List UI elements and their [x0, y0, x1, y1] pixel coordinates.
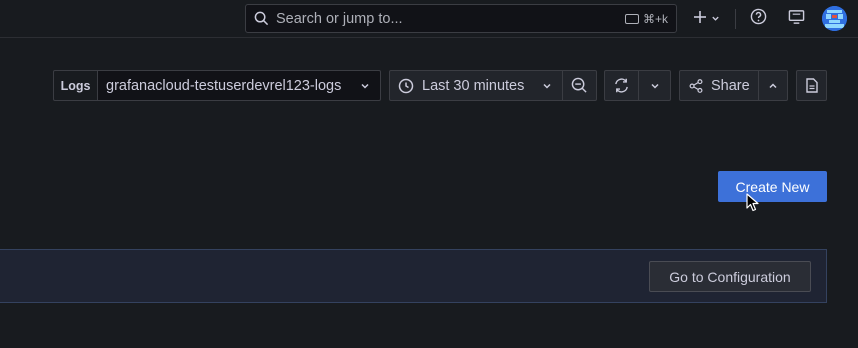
- user-avatar[interactable]: [822, 6, 847, 31]
- zoom-out-icon: [571, 77, 588, 94]
- keyboard-icon: [624, 13, 639, 24]
- zoom-out-button[interactable]: [562, 70, 597, 101]
- datasource-value: grafanacloud-testuserdevrel123-logs: [106, 77, 342, 94]
- clock-icon: [398, 78, 414, 94]
- refresh-icon: [613, 77, 630, 94]
- search-shortcut: ⌘+k: [624, 11, 668, 26]
- topbar-divider: [735, 9, 736, 29]
- create-new-button[interactable]: Create New: [718, 171, 827, 202]
- mouse-pointer-icon: [746, 193, 760, 213]
- kiosk-mode-button[interactable]: [786, 9, 806, 29]
- share-options-dropdown[interactable]: [758, 70, 788, 101]
- top-nav-bar: Search or jump to... ⌘+k: [0, 0, 858, 38]
- chevron-down-icon: [650, 81, 660, 91]
- share-button[interactable]: Share: [679, 70, 759, 101]
- time-range-picker[interactable]: Last 30 minutes: [389, 70, 563, 101]
- help-icon: [750, 8, 767, 30]
- monitor-icon: [788, 9, 805, 30]
- export-button[interactable]: [796, 70, 827, 101]
- chevron-down-icon: [360, 81, 370, 91]
- search-input[interactable]: Search or jump to... ⌘+k: [245, 4, 677, 33]
- chevron-down-icon: [711, 10, 720, 28]
- datasource-label: Logs: [53, 70, 98, 101]
- search-shortcut-text: ⌘+k: [642, 11, 668, 26]
- refresh-button[interactable]: [604, 70, 639, 101]
- search-icon: [254, 11, 270, 27]
- go-to-configuration-button[interactable]: Go to Configuration: [649, 261, 811, 292]
- add-new-button[interactable]: [690, 9, 722, 29]
- chevron-down-icon: [542, 81, 552, 91]
- file-icon: [805, 78, 818, 93]
- search-placeholder: Search or jump to...: [276, 10, 403, 27]
- share-icon: [689, 78, 703, 93]
- refresh-interval-dropdown[interactable]: [638, 70, 671, 101]
- time-range-label: Last 30 minutes: [422, 77, 525, 94]
- plus-icon: [693, 10, 707, 29]
- share-label: Share: [711, 77, 750, 94]
- datasource-select[interactable]: grafanacloud-testuserdevrel123-logs: [97, 70, 381, 101]
- chevron-up-icon: [768, 81, 778, 91]
- help-button[interactable]: [748, 8, 768, 30]
